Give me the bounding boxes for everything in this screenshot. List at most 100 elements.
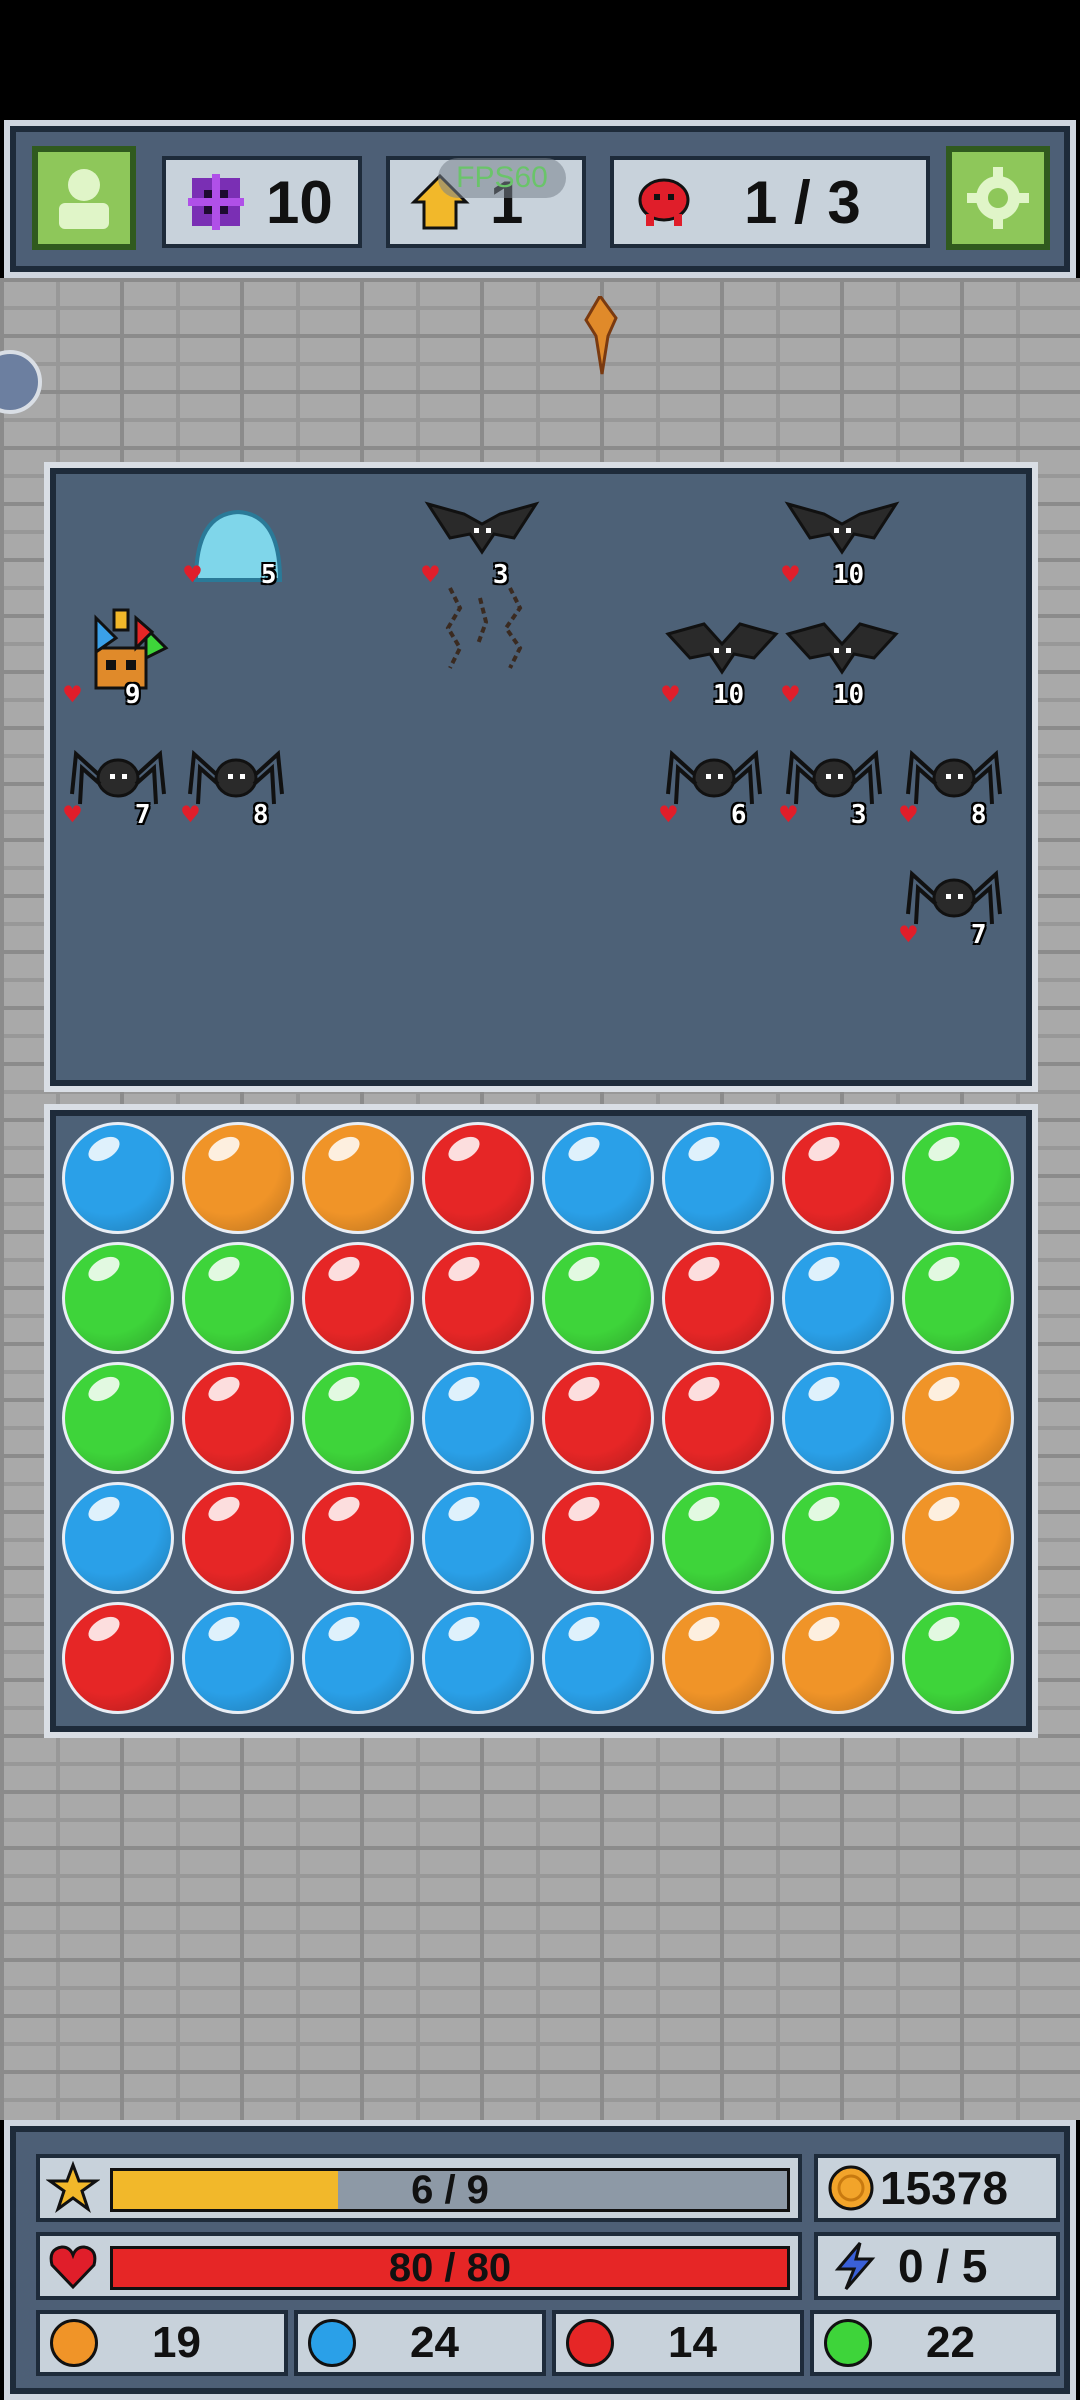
green-orb[interactable] [542, 1242, 654, 1354]
mana-panel: 0 / 5 [814, 2232, 1060, 2300]
green-orb[interactable] [62, 1362, 174, 1474]
blue-orb[interactable] [542, 1602, 654, 1714]
bottom-hud: 6 / 9 15378 80 / 80 0 / 5 19 24 14 22 [4, 2120, 1076, 2400]
hp-value: 5 [260, 559, 277, 590]
purple-gem-icon [188, 174, 244, 230]
orb-board [44, 1104, 1038, 1738]
blue-orb[interactable] [422, 1482, 534, 1594]
hp-value: 6 [730, 799, 747, 830]
blue-orb-count: 24 [294, 2310, 546, 2376]
red-count: 14 [668, 2318, 717, 2367]
health-bar: 80 / 80 [110, 2246, 790, 2290]
green-orb[interactable] [902, 1602, 1014, 1714]
heart-icon: ♥ [660, 798, 677, 831]
hp-value: 7 [134, 799, 151, 830]
blue-orb[interactable] [182, 1602, 294, 1714]
red-orb[interactable] [422, 1242, 534, 1354]
blue-orb[interactable] [422, 1602, 534, 1714]
blue-orb[interactable] [302, 1602, 414, 1714]
blue-orb[interactable] [782, 1362, 894, 1474]
health-text: 80 / 80 [388, 2246, 512, 2290]
orange-orb[interactable] [182, 1122, 294, 1234]
slime-hp: ♥ 5 [184, 558, 277, 591]
hero-hp: ♥ 9 [64, 678, 141, 711]
orange-orb-count: 19 [36, 2310, 288, 2376]
gold-panel: 15378 [814, 2154, 1060, 2222]
blue-orb[interactable] [422, 1362, 534, 1474]
hp-value: 8 [970, 799, 987, 830]
lightning-icon [834, 2242, 876, 2290]
green-orb[interactable] [182, 1242, 294, 1354]
settings-button[interactable] [946, 146, 1050, 250]
gold-value: 15378 [880, 2162, 1008, 2214]
green-orb[interactable] [902, 1122, 1014, 1234]
flame-projectile-icon [584, 296, 618, 375]
xp-text: 6 / 9 [411, 2168, 489, 2212]
orange-orb[interactable] [782, 1602, 894, 1714]
red-orb[interactable] [782, 1122, 894, 1234]
heart-icon: ♥ [900, 798, 917, 831]
top-hud: 10 1 FPS60 1 / 3 [4, 120, 1076, 278]
green-orb[interactable] [662, 1482, 774, 1594]
blue-orb-icon [308, 2319, 356, 2367]
red-orb[interactable] [662, 1362, 774, 1474]
green-orb[interactable] [62, 1242, 174, 1354]
red-orb-icon [566, 2319, 614, 2367]
red-orb[interactable] [182, 1482, 294, 1594]
green-orb[interactable] [782, 1482, 894, 1594]
red-orb[interactable] [542, 1482, 654, 1594]
red-orb[interactable] [302, 1242, 414, 1354]
xp-bar: 6 / 9 [110, 2168, 790, 2212]
red-orb[interactable] [422, 1122, 534, 1234]
orange-count: 19 [152, 2318, 201, 2367]
person-icon [59, 169, 109, 229]
blue-count: 24 [410, 2318, 459, 2367]
red-orb[interactable] [62, 1602, 174, 1714]
spider-hp: ♥ 8 [900, 798, 987, 831]
heart-icon [49, 2245, 97, 2290]
heart-icon: ♥ [64, 798, 81, 831]
red-orb[interactable] [662, 1242, 774, 1354]
heart-icon: ♥ [184, 558, 201, 591]
orange-orb[interactable] [902, 1362, 1014, 1474]
enemy-arena: ♥ 5 ♥ 3 ♥ 10 ♥ 9 ♥ 10 ♥ 10 ♥ 7 ♥ 8 ♥ 6 ♥… [44, 462, 1038, 1092]
hp-value: 10 [832, 559, 865, 590]
mana-value: 0 / 5 [898, 2240, 988, 2292]
star-icon [46, 2161, 100, 2213]
spider-hp: ♥ 6 [660, 798, 747, 831]
hp-value: 9 [124, 679, 141, 710]
green-count: 22 [926, 2318, 975, 2367]
xp-panel: 6 / 9 [36, 2154, 802, 2222]
orange-orb-icon [50, 2319, 98, 2367]
red-demon-icon [638, 178, 690, 226]
red-orb[interactable] [302, 1482, 414, 1594]
orange-orb[interactable] [302, 1122, 414, 1234]
spider-hp: ♥ 3 [780, 798, 867, 831]
blue-orb[interactable] [62, 1122, 174, 1234]
green-orb[interactable] [302, 1362, 414, 1474]
hp-value: 8 [252, 799, 269, 830]
profile-button[interactable] [32, 146, 136, 250]
hp-value: 10 [712, 679, 745, 710]
red-orb-count: 14 [552, 2310, 804, 2376]
green-orb-icon [824, 2319, 872, 2367]
bat-hp: ♥ 10 [782, 678, 864, 711]
heart-icon: ♥ [782, 558, 799, 591]
blue-orb[interactable] [782, 1242, 894, 1354]
orange-orb[interactable] [662, 1602, 774, 1714]
green-orb[interactable] [902, 1242, 1014, 1354]
blue-orb[interactable] [542, 1122, 654, 1234]
red-orb[interactable] [182, 1362, 294, 1474]
blue-orb[interactable] [662, 1122, 774, 1234]
red-orb[interactable] [542, 1362, 654, 1474]
gem-count: 10 [266, 168, 333, 236]
orange-orb[interactable] [902, 1482, 1014, 1594]
bat-hp: ♥ 10 [662, 678, 744, 711]
fps-badge: FPS60 [438, 158, 566, 198]
wave-counter: 1 / 3 [610, 156, 930, 248]
smoke-trail-icon [445, 587, 523, 669]
heart-icon: ♥ [182, 798, 199, 831]
heart-icon: ♥ [64, 678, 81, 711]
blue-orb[interactable] [62, 1482, 174, 1594]
spider-hp: ♥ 7 [64, 798, 151, 831]
